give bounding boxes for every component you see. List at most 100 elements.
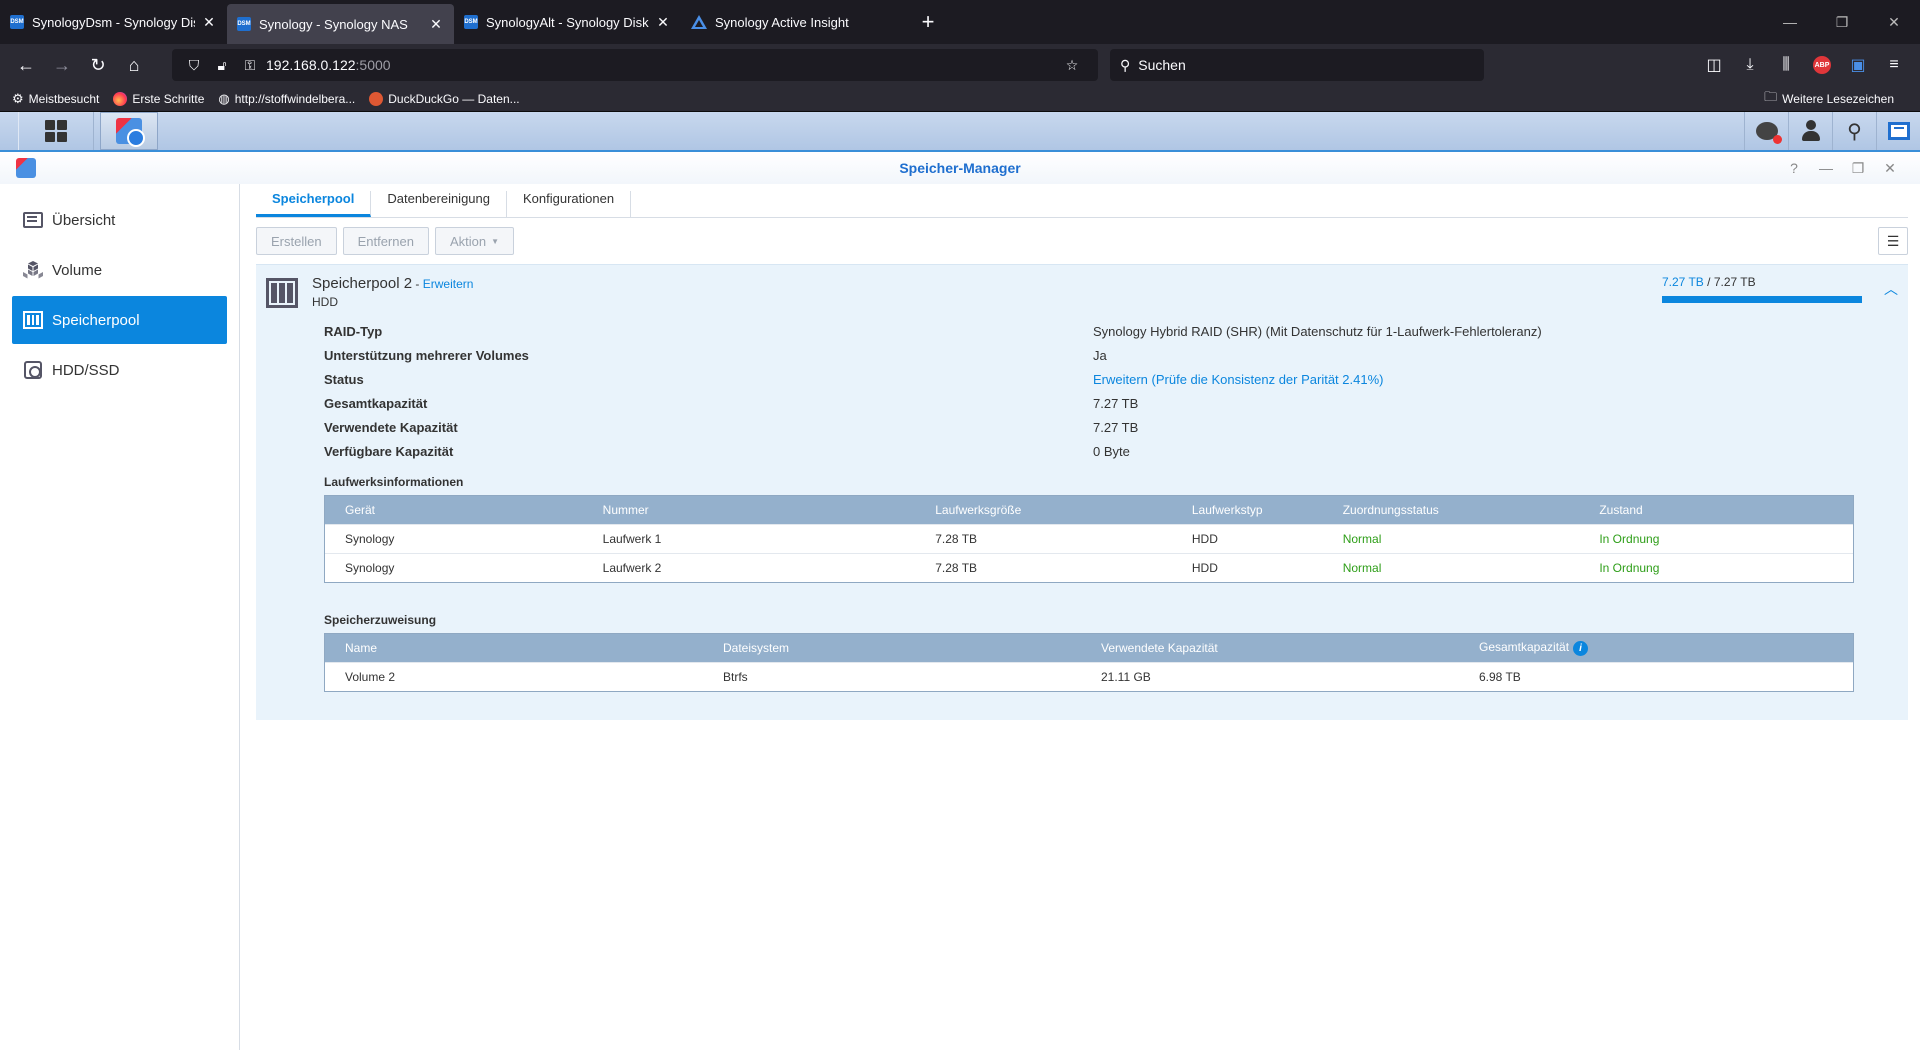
tab-data-scrubbing[interactable]: Datenbereinigung bbox=[371, 191, 507, 217]
browser-tab-2[interactable]: DSM SynologyAlt - Synology DiskSta ✕ bbox=[454, 0, 681, 44]
bookmark-stoffwindel[interactable]: ◍ http://stoffwindelbera... bbox=[218, 91, 355, 107]
property-value[interactable]: Erweitern (Prüfe die Konsistenz der Pari… bbox=[1093, 372, 1383, 387]
library-icon[interactable]: ⫼ bbox=[1768, 56, 1804, 74]
column-header[interactable]: Zustand bbox=[1579, 503, 1853, 517]
browser-tab-0[interactable]: DSM SynologyDsm - Synology DiskS ✕ bbox=[0, 0, 227, 44]
sidebar-item-overview[interactable]: Übersicht bbox=[12, 196, 227, 244]
close-window-icon[interactable]: ✕ bbox=[1868, 0, 1920, 44]
menu-icon[interactable]: ≡ bbox=[1876, 56, 1912, 74]
table-cell: 21.11 GB bbox=[1101, 670, 1151, 684]
search-bar[interactable]: ⚲ Suchen bbox=[1110, 49, 1484, 81]
pool-type: HDD bbox=[312, 295, 338, 309]
window-title-controls: ? — ❐ ✕ bbox=[1778, 152, 1906, 184]
sidebar-item-volume[interactable]: Volume bbox=[12, 246, 227, 294]
url-port: :5000 bbox=[355, 57, 391, 73]
tab-configurations[interactable]: Konfigurationen bbox=[507, 191, 632, 217]
browser-tab-1[interactable]: DSM Synology - Synology NAS ✕ bbox=[227, 4, 454, 44]
table-cell: In Ordnung bbox=[1599, 532, 1660, 546]
bookmarks-bar: ⚙ Meistbesucht Erste Schritte ◍ http://s… bbox=[0, 86, 1920, 112]
bookmark-star-icon[interactable]: ☆ bbox=[1060, 57, 1084, 74]
collapse-icon[interactable]: ︿ bbox=[1884, 279, 1898, 299]
storage-manager-icon bbox=[16, 158, 36, 178]
url-bar[interactable]: ⛉ 🔓︎ ⚿ 192.168.0.122:5000 ☆ bbox=[172, 49, 1098, 81]
close-icon[interactable]: ✕ bbox=[1874, 160, 1906, 177]
search-button[interactable]: ⚲ bbox=[1832, 112, 1876, 150]
tab-storage-pool[interactable]: Speicherpool bbox=[256, 191, 372, 217]
browser-nav-bar: ← → ↻ ⌂ ⛉ 🔓︎ ⚿ 192.168.0.122:5000 ☆ ⚲ Su… bbox=[0, 44, 1920, 86]
minimize-icon[interactable]: — bbox=[1764, 0, 1816, 44]
remove-button[interactable]: Entfernen bbox=[342, 227, 429, 255]
maximize-icon[interactable]: ❐ bbox=[1842, 160, 1874, 177]
adblock-icon[interactable]: ABP bbox=[1813, 56, 1831, 74]
create-button[interactable]: Erstellen bbox=[256, 227, 337, 255]
close-icon[interactable]: ✕ bbox=[428, 16, 444, 33]
sidebar-item-hdd-ssd[interactable]: HDD/SSD bbox=[12, 346, 227, 394]
home-icon[interactable]: ⌂ bbox=[116, 49, 152, 81]
bookmark-erste-schritte[interactable]: Erste Schritte bbox=[113, 91, 204, 106]
volume-icon bbox=[22, 260, 44, 280]
column-header[interactable]: Gerät bbox=[325, 503, 583, 517]
info-icon[interactable]: i bbox=[1573, 640, 1589, 656]
column-header[interactable]: Verwendete Kapazität bbox=[1081, 641, 1459, 655]
toolbar-icons: ◫ ⤓ ⫼ ABP ▣ ≡ bbox=[1696, 55, 1912, 75]
action-label: Aktion bbox=[449, 233, 487, 249]
globe-icon: ◍ bbox=[218, 90, 230, 106]
table-row[interactable]: Synology Laufwerk 1 7.28 TB HDD Normal In Ord… bbox=[325, 524, 1853, 553]
tab-title: SynologyAlt - Synology DiskSta bbox=[486, 14, 649, 30]
user-button[interactable] bbox=[1788, 112, 1832, 150]
browser-tab-bar: DSM SynologyDsm - Synology DiskS ✕ DSM S… bbox=[0, 0, 1920, 44]
close-icon[interactable]: ✕ bbox=[655, 14, 671, 31]
window-title-bar: Speicher-Manager ? — ❐ ✕ bbox=[0, 152, 1920, 184]
table-cell: In Ordnung bbox=[1599, 561, 1660, 575]
bookmark-folder-weitere[interactable]: 🗀︎ Weitere Lesezeichen bbox=[1764, 88, 1894, 110]
column-header[interactable]: Zuordnungsstatus bbox=[1323, 503, 1580, 517]
main-menu-button[interactable] bbox=[18, 112, 94, 150]
close-icon[interactable]: ✕ bbox=[201, 14, 217, 31]
sidebar-item-label: Übersicht bbox=[52, 211, 116, 229]
sidebar-item-storage-pool[interactable]: Speicherpool bbox=[12, 296, 227, 344]
table-cell: HDD bbox=[1191, 532, 1218, 546]
minimize-icon[interactable]: — bbox=[1810, 160, 1842, 176]
shield-icon[interactable]: ⛉ bbox=[182, 57, 206, 74]
drive-info-title: Laufwerksinformationen bbox=[324, 475, 464, 489]
forward-icon[interactable]: → bbox=[44, 49, 80, 81]
back-icon[interactable]: ← bbox=[8, 49, 44, 81]
bookmark-meistbesucht[interactable]: ⚙ Meistbesucht bbox=[12, 91, 99, 107]
download-icon[interactable]: ⤓ bbox=[1732, 56, 1768, 74]
extension-icon[interactable]: ▣ bbox=[1840, 55, 1876, 75]
new-tab-button[interactable]: + bbox=[908, 0, 948, 44]
main-menu-icon bbox=[45, 120, 67, 142]
pocket-icon[interactable]: ◫ bbox=[1696, 55, 1732, 75]
action-dropdown[interactable]: Aktion ▼ bbox=[434, 227, 515, 255]
pool-name: Speicherpool 2 bbox=[312, 275, 413, 292]
active-insight-favicon-icon bbox=[691, 15, 707, 29]
capacity-bar bbox=[1662, 296, 1862, 303]
lock-icon[interactable]: 🔓︎ bbox=[210, 57, 234, 74]
column-header[interactable]: Laufwerksgröße bbox=[915, 503, 1172, 517]
column-header-label: Verwendete Kapazität bbox=[1101, 641, 1218, 655]
notifications-button[interactable] bbox=[1744, 112, 1788, 150]
restore-icon[interactable]: ❐ bbox=[1816, 0, 1868, 44]
widgets-button[interactable] bbox=[1876, 112, 1920, 150]
property-value: 7.27 TB bbox=[1093, 395, 1139, 411]
expand-link[interactable]: Erweitern bbox=[423, 277, 474, 291]
column-header[interactable]: Dateisystem bbox=[703, 641, 1081, 655]
capacity-bar-fill bbox=[1662, 296, 1862, 303]
bookmark-duckduckgo[interactable]: DuckDuckGo — Daten... bbox=[369, 91, 520, 106]
column-header[interactable]: Nummer bbox=[583, 503, 916, 517]
browser-tab-3[interactable]: Synology Active Insight bbox=[681, 0, 908, 44]
column-header[interactable]: Name bbox=[325, 641, 703, 655]
storage-manager-taskbar-button[interactable] bbox=[100, 112, 158, 150]
table-cell: Laufwerk 2 bbox=[602, 561, 662, 575]
tab-title: Synology - Synology NAS bbox=[259, 16, 408, 32]
dsm-favicon-icon: DSM bbox=[10, 15, 24, 29]
search-placeholder: Suchen bbox=[1138, 57, 1186, 73]
key-icon[interactable]: ⚿ bbox=[238, 57, 262, 74]
table-row[interactable]: Synology Laufwerk 2 7.28 TB HDD Normal In Ord… bbox=[325, 553, 1853, 582]
column-header[interactable]: Gesamtkapazität i bbox=[1459, 640, 1853, 656]
sort-button[interactable]: ☰ bbox=[1878, 227, 1908, 255]
reload-icon[interactable]: ↻ bbox=[80, 49, 116, 81]
table-row[interactable]: Volume 2 Btrfs 21.11 GB 6.98 TB bbox=[325, 662, 1853, 691]
help-icon[interactable]: ? bbox=[1778, 160, 1810, 176]
column-header[interactable]: Laufwerkstyp bbox=[1172, 503, 1323, 517]
